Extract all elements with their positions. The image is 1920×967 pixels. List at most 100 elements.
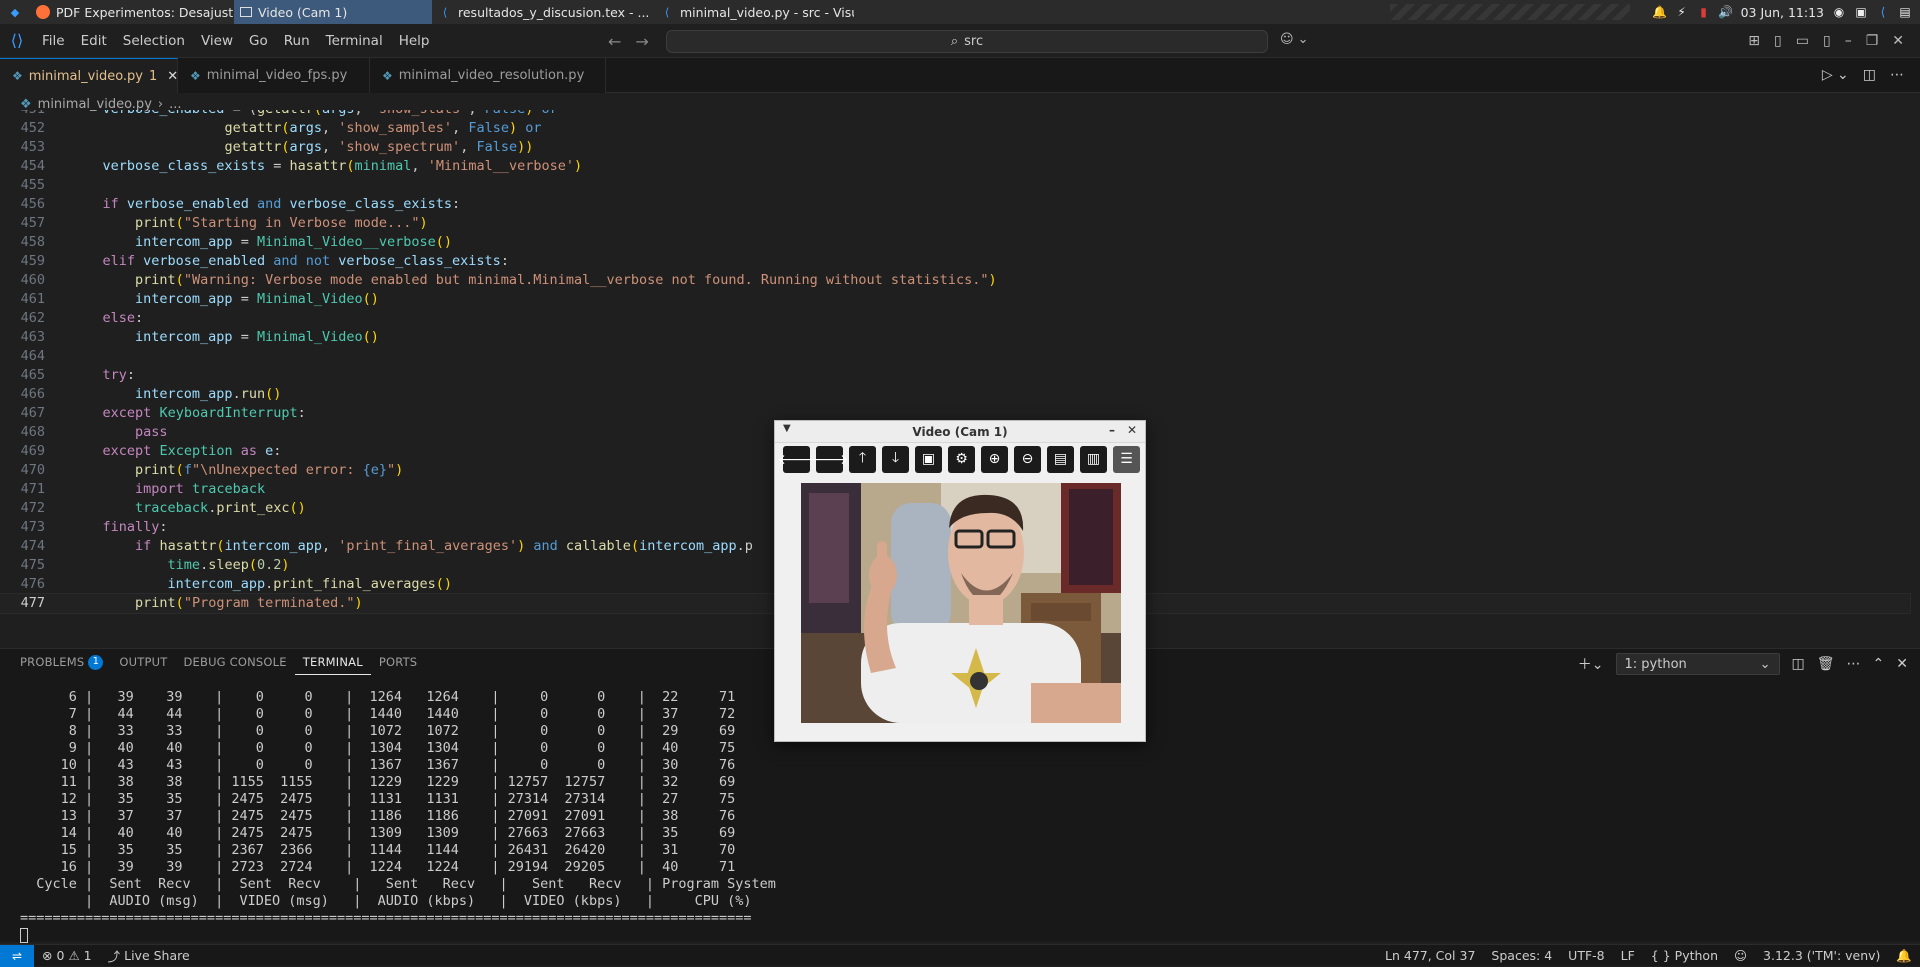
toolbar-toggle-icon[interactable]: ☰ xyxy=(1113,445,1140,473)
menu-edit[interactable]: Edit xyxy=(73,24,115,58)
layout-icon[interactable]: ▤ xyxy=(1898,5,1912,19)
terminal-line: Cycle | Sent Recv | Sent Recv | Sent Rec… xyxy=(20,876,776,892)
code-line[interactable]: 464 xyxy=(0,347,1910,366)
menu-go[interactable]: Go xyxy=(241,24,276,58)
menu-terminal[interactable]: Terminal xyxy=(318,24,391,58)
arrow-up-icon[interactable]: 🡑 xyxy=(849,445,876,473)
code-line[interactable]: 451 verbose_enabled = (getattr(args, 'sh… xyxy=(0,110,1910,119)
image-icon[interactable]: ▣ xyxy=(915,445,942,473)
clock[interactable]: 03 Jun, 11:13 xyxy=(1741,5,1824,20)
power-icon[interactable]: ⚡ xyxy=(1675,5,1689,19)
close-panel-icon[interactable]: ✕ xyxy=(1896,656,1908,672)
taskbar-app-tex[interactable]: ⟨ resultados_y_discusion.tex - ... xyxy=(432,0,654,24)
notifications-bell-icon[interactable]: 🔔 xyxy=(1888,948,1920,964)
copilot-icon[interactable]: ☺ ⌄ xyxy=(1280,32,1309,47)
clipboard-icon[interactable]: ▥ xyxy=(1080,445,1107,473)
network-icon[interactable]: ◉ xyxy=(1832,5,1846,19)
remote-indicator-icon[interactable]: ⇌ xyxy=(0,944,34,967)
save-icon[interactable]: ▤ xyxy=(1047,445,1074,473)
run-icon[interactable]: ▷ ⌄ xyxy=(1822,67,1849,83)
terminal-icon[interactable]: ▣ xyxy=(1854,5,1868,19)
microphone-muted-icon[interactable]: ▮ xyxy=(1697,5,1711,19)
more-actions-icon[interactable]: ⋯ xyxy=(1890,67,1904,83)
code-token: time xyxy=(167,557,201,573)
menu-run[interactable]: Run xyxy=(276,24,318,58)
cursor-position[interactable]: Ln 477, Col 37 xyxy=(1377,948,1483,963)
close-tab-icon[interactable]: ✕ xyxy=(167,69,178,84)
menu-help[interactable]: Help xyxy=(391,24,438,58)
arrow-down-icon[interactable]: 🡓 xyxy=(882,445,909,473)
customize-layout-icon[interactable]: ⊞ xyxy=(1748,33,1760,49)
taskbar-app-video[interactable]: Video (Cam 1) xyxy=(234,0,432,24)
close-icon[interactable]: ✕ xyxy=(1892,33,1904,49)
forward-arrow-icon[interactable]: → xyxy=(635,32,648,51)
vscode-icon[interactable]: ⟨ xyxy=(1876,5,1890,19)
menu-selection[interactable]: Selection xyxy=(115,24,193,58)
taskbar-app-pdf[interactable]: PDF Experimentos: Desajust... xyxy=(30,0,234,24)
window-menu-icon[interactable]: ▼ xyxy=(783,423,791,434)
end-of-line[interactable]: LF xyxy=(1613,948,1643,963)
trash-icon[interactable]: 🗑 xyxy=(1817,656,1835,672)
tab-minimal-video[interactable]: ❖ minimal_video.py 1 ✕ xyxy=(0,58,178,93)
code-line[interactable]: 457 print("Starting in Verbose mode...") xyxy=(0,214,1910,233)
code-line[interactable]: 459 elif verbose_enabled and not verbose… xyxy=(0,252,1910,271)
image-settings-icon[interactable]: ⚙ xyxy=(948,445,975,473)
toggle-secondary-sidebar-icon[interactable]: ▯ xyxy=(1823,33,1831,49)
video-window[interactable]: ▼ Video (Cam 1) – ✕ 🡐 🡒 🡑 🡓 ▣ ⚙ ⊕ ⊖ ▤ ▥ ☰ xyxy=(774,420,1146,742)
maximize-panel-icon[interactable]: ⌃ xyxy=(1873,656,1885,672)
copilot-status-icon[interactable]: ☺ xyxy=(1726,948,1755,963)
code-token: , xyxy=(411,158,428,174)
panel-tab-ports[interactable]: PORTS xyxy=(371,649,425,675)
kde-launcher-icon[interactable]: ◆ xyxy=(0,0,30,24)
panel-tab-output[interactable]: OUTPUT xyxy=(111,649,175,675)
split-editor-icon[interactable]: ◫ xyxy=(1863,67,1876,83)
language-mode[interactable]: { } Python xyxy=(1643,948,1726,963)
volume-icon[interactable]: 🔊 xyxy=(1718,5,1733,19)
live-share-button[interactable]: ⤴ Live Share xyxy=(100,946,198,965)
indentation[interactable]: Spaces: 4 xyxy=(1483,948,1560,963)
bell-icon[interactable]: 🔔 xyxy=(1652,5,1667,19)
menu-file[interactable]: File xyxy=(34,24,73,58)
panel-tab-terminal[interactable]: TERMINAL xyxy=(294,649,371,675)
panel-tab-debug-console[interactable]: DEBUG CONSOLE xyxy=(175,649,294,675)
terminal-prompt[interactable] xyxy=(20,927,28,944)
arrow-right-icon[interactable]: 🡒 xyxy=(811,445,848,473)
code-line[interactable]: 466 intercom_app.run() xyxy=(0,385,1910,404)
minimize-icon[interactable]: – xyxy=(1845,33,1852,49)
code-line[interactable]: 460 print("Warning: Verbose mode enabled… xyxy=(0,271,1910,290)
command-center-search[interactable]: ⌕ src xyxy=(666,30,1268,53)
toggle-sidebar-icon[interactable]: ▯ xyxy=(1774,33,1782,49)
menu-view[interactable]: View xyxy=(193,24,241,58)
code-line[interactable]: 453 getattr(args, 'show_spectrum', False… xyxy=(0,138,1910,157)
code-line[interactable]: 462 else: xyxy=(0,309,1910,328)
new-terminal-icon[interactable]: ＋⌄ xyxy=(1578,654,1604,674)
tab-minimal-video-resolution[interactable]: ❖ minimal_video_resolution.py xyxy=(370,58,606,93)
zoom-out-icon[interactable]: ⊖ xyxy=(1014,445,1041,473)
python-interpreter[interactable]: 3.12.3 ('TM': venv) xyxy=(1755,948,1888,963)
terminal-select[interactable]: 1: python ⌄ xyxy=(1615,653,1780,675)
toggle-panel-icon[interactable]: ▭ xyxy=(1796,33,1809,49)
zoom-in-icon[interactable]: ⊕ xyxy=(981,445,1008,473)
encoding[interactable]: UTF-8 xyxy=(1560,948,1612,963)
code-line[interactable]: 465 try: xyxy=(0,366,1910,385)
video-window-titlebar[interactable]: ▼ Video (Cam 1) – ✕ xyxy=(775,421,1145,443)
taskbar-app-vscode[interactable]: ⟨ minimal_video.py - src - Visu... xyxy=(654,0,854,24)
arrow-left-icon[interactable]: 🡐 xyxy=(778,445,815,473)
problems-status[interactable]: ⊗ 0 ⚠ 1 xyxy=(34,948,100,963)
code-line[interactable]: 463 intercom_app = Minimal_Video() xyxy=(0,328,1910,347)
close-icon[interactable]: ✕ xyxy=(1127,423,1137,437)
code-line[interactable]: 456 if verbose_enabled and verbose_class… xyxy=(0,195,1910,214)
code-line[interactable]: 454 verbose_class_exists = hasattr(minim… xyxy=(0,157,1910,176)
code-line[interactable]: 461 intercom_app = Minimal_Video() xyxy=(0,290,1910,309)
code-token: pass xyxy=(135,424,168,440)
code-line[interactable]: 452 getattr(args, 'show_samples', False)… xyxy=(0,119,1910,138)
more-actions-icon[interactable]: ⋯ xyxy=(1847,656,1861,672)
code-line[interactable]: 458 intercom_app = Minimal_Video__verbos… xyxy=(0,233,1910,252)
restore-icon[interactable]: ❐ xyxy=(1866,33,1879,49)
code-line[interactable]: 455 xyxy=(0,176,1910,195)
panel-tab-problems[interactable]: PROBLEMS 1 xyxy=(12,649,111,675)
back-arrow-icon[interactable]: ← xyxy=(608,32,621,51)
split-terminal-icon[interactable]: ◫ xyxy=(1792,656,1805,672)
minimize-icon[interactable]: – xyxy=(1109,423,1115,437)
tab-minimal-video-fps[interactable]: ❖ minimal_video_fps.py xyxy=(178,58,370,93)
